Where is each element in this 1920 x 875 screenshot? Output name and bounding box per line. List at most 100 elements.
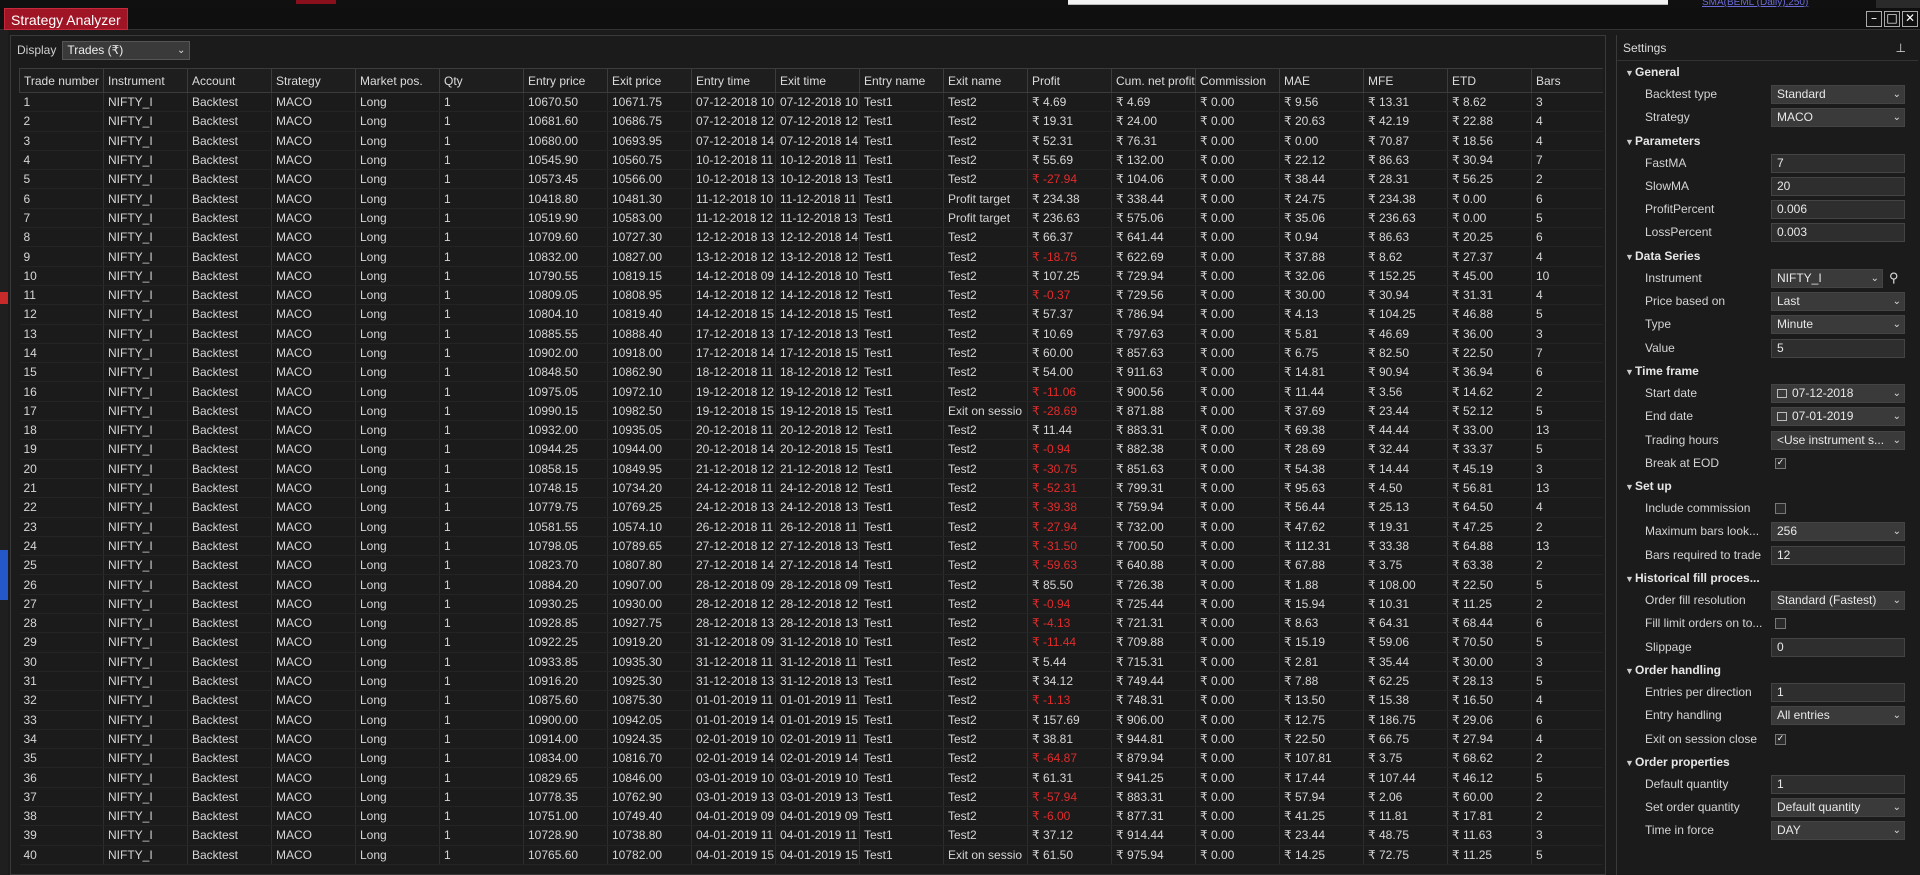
checkmark-icon[interactable]: ✓ (1775, 457, 1786, 469)
column-header-exit-name[interactable]: Exit name (943, 68, 1028, 93)
pin-icon[interactable]: ⊥ (1896, 35, 1906, 61)
table-row[interactable]: 27 NIFTY_I Backtest MACO Long 1 10930.25 10930.… (19, 594, 1603, 615)
checkmark-icon[interactable]: ✓ (1775, 733, 1786, 745)
checkbox[interactable] (1775, 503, 1786, 515)
field-profitpercent[interactable]: 0.006 (1771, 200, 1905, 220)
column-header-account[interactable]: Account (187, 68, 272, 93)
table-row[interactable]: 30 NIFTY_I Backtest MACO Long 1 10933.85 10935.… (19, 652, 1603, 672)
field-instrument[interactable]: NIFTY_I ⌄ (1771, 268, 1883, 288)
section-data-series[interactable]: ▼Data Series (1617, 245, 1918, 267)
field-type[interactable]: Minute ⌄ (1771, 315, 1905, 335)
table-row[interactable]: 5 NIFTY_I Backtest MACO Long 1 10573.45 10566.0… (19, 169, 1603, 190)
column-header-entry-name[interactable]: Entry name (859, 68, 944, 93)
column-header-trade-number[interactable]: Trade number (19, 68, 104, 93)
column-header-bars[interactable]: Bars (1531, 68, 1603, 93)
section-order-properties[interactable]: ▼Order properties (1617, 751, 1918, 773)
table-row[interactable]: 14 NIFTY_I Backtest MACO Long 1 10902.00 10918.… (19, 343, 1603, 364)
section-set-up[interactable]: ▼Set up (1617, 475, 1918, 497)
table-row[interactable]: 29 NIFTY_I Backtest MACO Long 1 10922.25 10919.… (19, 632, 1603, 653)
table-row[interactable]: 31 NIFTY_I Backtest MACO Long 1 10916.20 10925.… (19, 671, 1603, 692)
display-select[interactable]: Trades (₹) ⌄ (62, 40, 191, 60)
section-time-frame[interactable]: ▼Time frame (1617, 360, 1918, 382)
table-row[interactable]: 6 NIFTY_I Backtest MACO Long 1 10418.80 10481.3… (19, 188, 1603, 209)
window-title[interactable]: Strategy Analyzer (4, 8, 128, 30)
table-row[interactable]: 35 NIFTY_I Backtest MACO Long 1 10834.00 10816.… (19, 748, 1603, 769)
table-row[interactable]: 8 NIFTY_I Backtest MACO Long 1 10709.60 10727.3… (19, 227, 1603, 248)
field-end-date[interactable]: 07-01-2019 ⌄ (1771, 407, 1905, 427)
column-header-market-pos[interactable]: Market pos. (355, 68, 440, 93)
field-slippage[interactable]: 0 (1771, 637, 1905, 657)
table-row[interactable]: 2 NIFTY_I Backtest MACO Long 1 10681.60 10686.7… (19, 111, 1603, 132)
table-row[interactable]: 19 NIFTY_I Backtest MACO Long 1 10944.25 10944.… (19, 439, 1603, 460)
field-bars-required-to-trade[interactable]: 12 (1771, 545, 1905, 565)
section-order-handling[interactable]: ▼Order handling (1617, 659, 1918, 681)
close-icon[interactable]: ✕ (1902, 11, 1918, 27)
table-row[interactable]: 11 NIFTY_I Backtest MACO Long 1 10809.05 10808.… (19, 285, 1603, 306)
section-parameters[interactable]: ▼Parameters (1617, 130, 1918, 152)
table-row[interactable]: 22 NIFTY_I Backtest MACO Long 1 10779.75 10769.… (19, 497, 1603, 518)
column-header-mae[interactable]: MAE (1279, 68, 1364, 93)
table-row[interactable]: 12 NIFTY_I Backtest MACO Long 1 10804.10 10819.… (19, 304, 1603, 325)
table-row[interactable]: 21 NIFTY_I Backtest MACO Long 1 10748.15 10734.… (19, 478, 1603, 499)
table-row[interactable]: 23 NIFTY_I Backtest MACO Long 1 10581.55 10574.… (19, 517, 1603, 537)
field-trading-hours[interactable]: <Use instrument s... ⌄ (1771, 430, 1905, 450)
field-default-quantity[interactable]: 1 (1771, 774, 1905, 794)
table-row[interactable]: 33 NIFTY_I Backtest MACO Long 1 10900.00 10942.… (19, 710, 1603, 730)
search-icon[interactable]: ⚲ (1889, 270, 1899, 286)
column-header-qty[interactable]: Qty (439, 68, 524, 93)
field-set-order-quantity[interactable]: Default quantity ⌄ (1771, 798, 1905, 818)
column-header-entry-time[interactable]: Entry time (691, 68, 776, 93)
field-entries-per-direction[interactable]: 1 (1771, 682, 1905, 702)
table-row[interactable]: 25 NIFTY_I Backtest MACO Long 1 10823.70 10807.… (19, 555, 1603, 576)
table-row[interactable]: 4 NIFTY_I Backtest MACO Long 1 10545.90 10560.7… (19, 150, 1603, 171)
table-row[interactable]: 15 NIFTY_I Backtest MACO Long 1 10848.50 10862.… (19, 362, 1603, 383)
table-row[interactable]: 20 NIFTY_I Backtest MACO Long 1 10858.15 10849.… (19, 459, 1603, 479)
minimize-icon[interactable]: – (1866, 11, 1882, 27)
field-price-based-on[interactable]: Last ⌄ (1771, 292, 1905, 312)
section-historical-fill-proces[interactable]: ▼Historical fill proces... (1617, 567, 1918, 589)
field-maximum-bars-look[interactable]: 256 ⌄ (1771, 522, 1905, 542)
column-header-mfe[interactable]: MFE (1363, 68, 1448, 93)
table-row[interactable]: 39 NIFTY_I Backtest MACO Long 1 10728.90 10738.… (19, 825, 1603, 846)
field-backtest-type[interactable]: Standard ⌄ (1771, 85, 1905, 104)
table-row[interactable]: 10 NIFTY_I Backtest MACO Long 1 10790.55 10819.… (19, 266, 1603, 286)
field-order-fill-resolution[interactable]: Standard (Fastest) ⌄ (1771, 591, 1905, 611)
field-fastma[interactable]: 7 (1771, 153, 1905, 173)
column-header-strategy[interactable]: Strategy (271, 68, 356, 93)
field-time-in-force[interactable]: DAY ⌄ (1771, 821, 1905, 841)
column-header-exit-time[interactable]: Exit time (775, 68, 860, 93)
column-header-instrument[interactable]: Instrument (103, 68, 188, 93)
table-row[interactable]: 40 NIFTY_I Backtest MACO Long 1 10765.60 10782.… (19, 845, 1603, 865)
table-row[interactable]: 18 NIFTY_I Backtest MACO Long 1 10932.00 10935.… (19, 420, 1603, 441)
column-header-exit-price[interactable]: Exit price (607, 68, 692, 93)
table-row[interactable]: 17 NIFTY_I Backtest MACO Long 1 10990.15 10982.… (19, 401, 1603, 422)
table-row[interactable]: 34 NIFTY_I Backtest MACO Long 1 10914.00 10924.… (19, 729, 1603, 750)
table-row[interactable]: 36 NIFTY_I Backtest MACO Long 1 10829.65 10846.… (19, 767, 1603, 788)
column-header-etd[interactable]: ETD (1447, 68, 1532, 93)
table-row[interactable]: 13 NIFTY_I Backtest MACO Long 1 10885.55 10888.… (19, 324, 1603, 344)
field-losspercent[interactable]: 0.003 (1771, 223, 1905, 243)
table-row[interactable]: 37 NIFTY_I Backtest MACO Long 1 10778.35 10762.… (19, 787, 1603, 807)
column-header-entry-price[interactable]: Entry price (523, 68, 608, 93)
field-strategy[interactable]: MACO ⌄ (1771, 108, 1905, 128)
table-row[interactable]: 9 NIFTY_I Backtest MACO Long 1 10832.00 10827.0… (19, 246, 1603, 267)
table-row[interactable]: 16 NIFTY_I Backtest MACO Long 1 10975.05 10972.… (19, 381, 1603, 402)
field-slowma[interactable]: 20 (1771, 176, 1905, 196)
section-general[interactable]: ▼General (1617, 61, 1918, 83)
table-row[interactable]: 38 NIFTY_I Backtest MACO Long 1 10751.00 10749.… (19, 806, 1603, 827)
field-value[interactable]: 5 (1771, 338, 1905, 358)
checkbox[interactable] (1775, 618, 1786, 630)
field-start-date[interactable]: 07-12-2018 ⌄ (1771, 383, 1905, 403)
field-entry-handling[interactable]: All entries ⌄ (1771, 706, 1905, 726)
maximize-icon[interactable]: □ (1884, 11, 1900, 27)
column-header-profit[interactable]: Profit (1027, 68, 1112, 93)
table-row[interactable]: 28 NIFTY_I Backtest MACO Long 1 10928.85 10927.… (19, 613, 1603, 634)
column-header-cum-net-profit[interactable]: Cum. net profit (1111, 68, 1196, 93)
table-row[interactable]: 26 NIFTY_I Backtest MACO Long 1 10884.20 10907.… (19, 574, 1603, 595)
column-header-commission[interactable]: Commission (1195, 68, 1280, 93)
table-row[interactable]: 32 NIFTY_I Backtest MACO Long 1 10875.60 10875.… (19, 690, 1603, 711)
table-row[interactable]: 3 NIFTY_I Backtest MACO Long 1 10680.00 10693.9… (19, 131, 1603, 151)
table-row[interactable]: 24 NIFTY_I Backtest MACO Long 1 10798.05 10789.… (19, 536, 1603, 557)
table-row[interactable]: 1 NIFTY_I Backtest MACO Long 1 10670.50 10671.7… (19, 92, 1603, 113)
table-row[interactable]: 7 NIFTY_I Backtest MACO Long 1 10519.90 10583.0… (19, 208, 1603, 229)
